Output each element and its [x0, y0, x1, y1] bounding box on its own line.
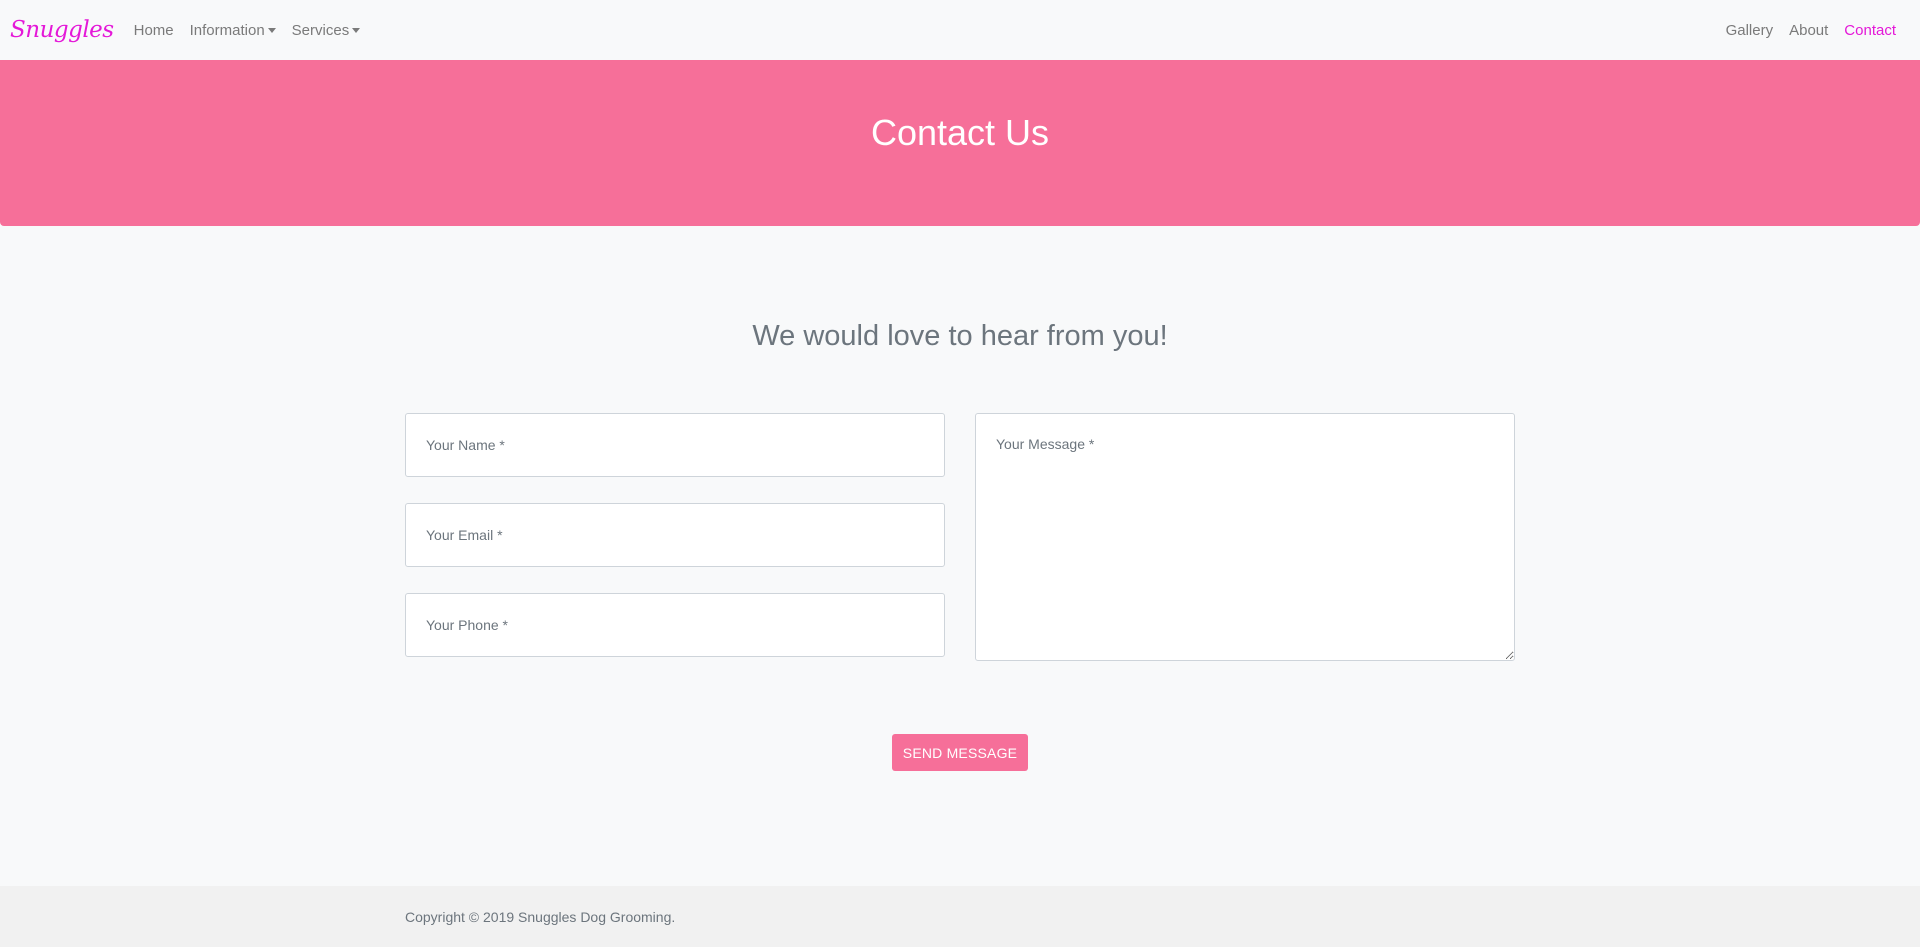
navbar: Snuggles Home Information Services Galle… [0, 0, 1920, 60]
contact-heading: We would love to hear from you! [752, 320, 1168, 352]
caret-down-icon [267, 27, 276, 33]
page-title: Contact Us [870, 112, 1050, 153]
nav-link-label: About [1789, 21, 1829, 39]
nav-dropdown-information[interactable]: Information [182, 22, 284, 39]
nav-link-about[interactable]: About [1781, 22, 1836, 39]
nav-left: Home Information Services [126, 22, 369, 39]
nav-link-gallery[interactable]: Gallery [1718, 22, 1782, 39]
hero-banner: Contact Us [0, 60, 1920, 226]
nav-link-label: Gallery [1725, 21, 1774, 39]
name-input[interactable] [405, 413, 945, 477]
nav-link-label: Services [291, 21, 350, 39]
message-textarea[interactable] [975, 413, 1515, 661]
nav-right: Gallery About Contact [1718, 22, 1910, 39]
nav-link-label: Home [133, 21, 174, 39]
nav-dropdown-services[interactable]: Services [284, 22, 369, 39]
copyright-text: Copyright © 2019 Snuggles Dog Grooming. [405, 909, 676, 925]
footer: Copyright © 2019 Snuggles Dog Grooming. [0, 886, 1920, 947]
email-input[interactable] [405, 503, 945, 567]
brand-logo[interactable]: Snuggles [10, 17, 114, 43]
phone-input[interactable] [405, 593, 945, 657]
nav-link-label: Contact [1844, 21, 1896, 39]
caret-down-icon [352, 27, 361, 33]
send-message-button[interactable]: SEND MESSAGE [892, 734, 1028, 771]
nav-link-contact[interactable]: Contact [1836, 22, 1904, 39]
nav-link-label: Information [189, 21, 265, 39]
nav-link-home[interactable]: Home [126, 22, 182, 39]
